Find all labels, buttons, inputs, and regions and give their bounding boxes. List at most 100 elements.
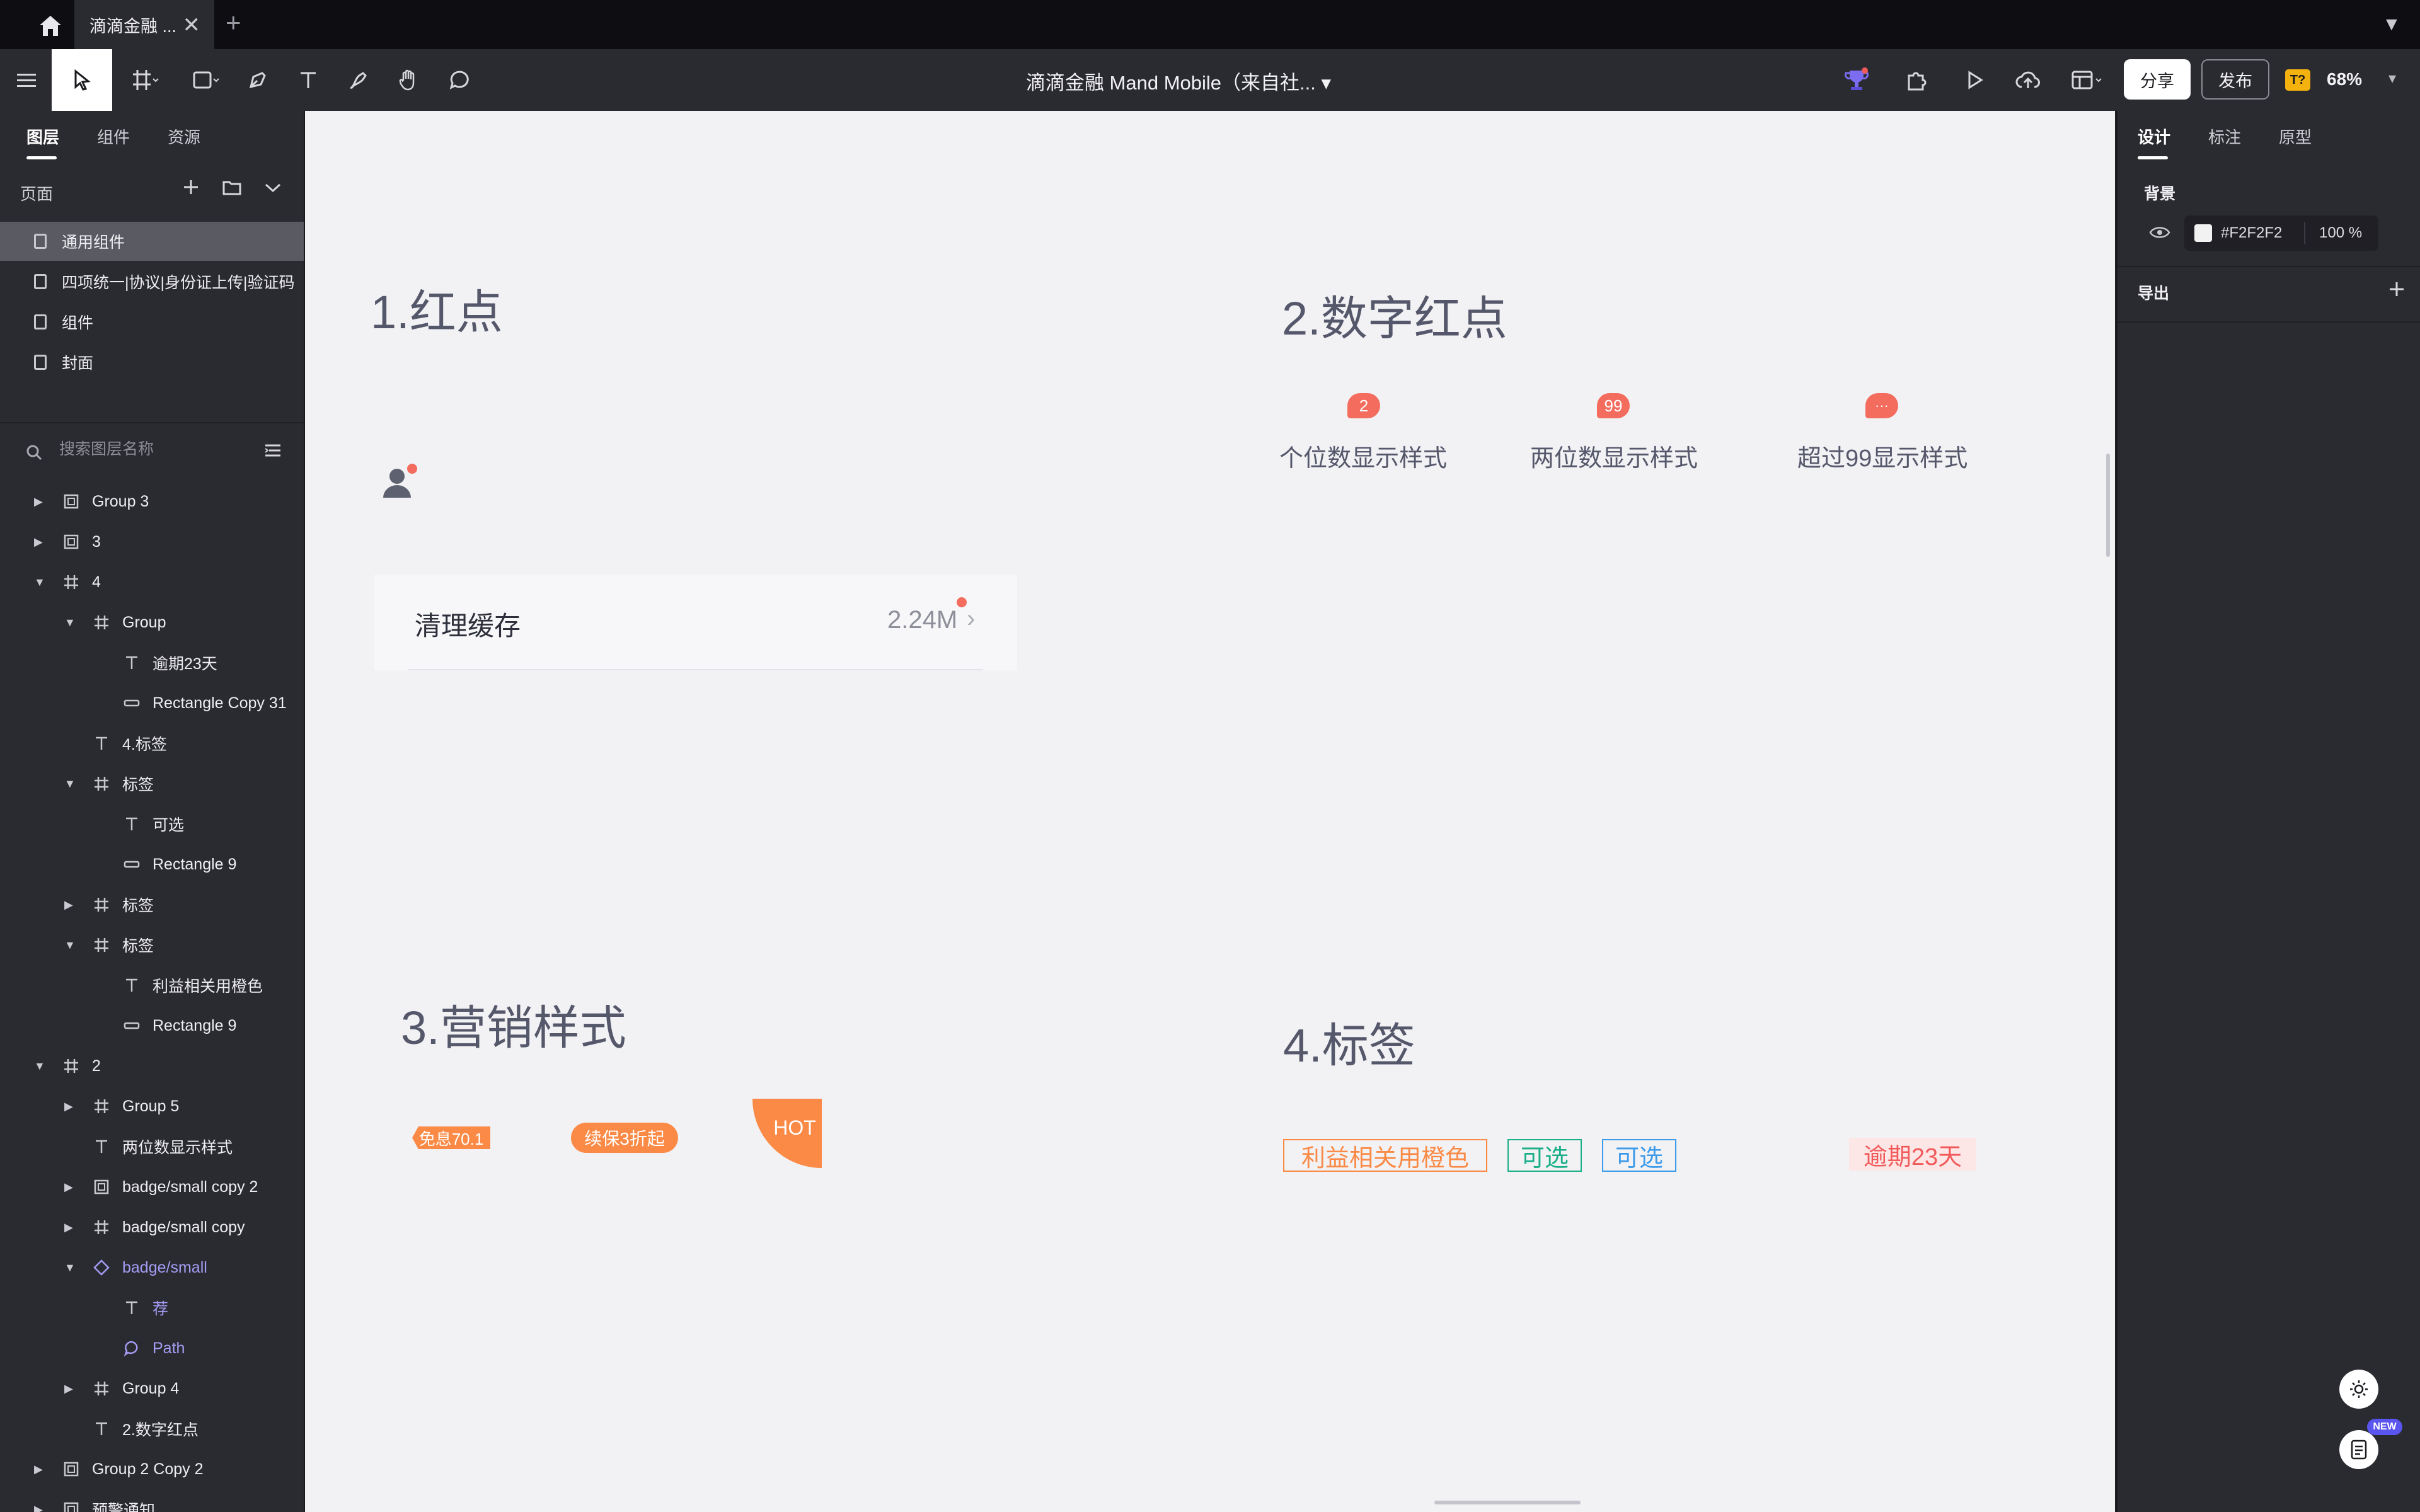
help-badge[interactable]: T? bbox=[2285, 69, 2310, 91]
expand-right-icon[interactable]: ▶ bbox=[34, 1463, 43, 1476]
page-item[interactable]: 封面 bbox=[0, 343, 304, 382]
expand-right-icon[interactable]: ▶ bbox=[34, 495, 43, 508]
layer-row[interactable]: ▼ badge/small bbox=[0, 1247, 304, 1288]
layer-row[interactable]: 两位数显示样式 bbox=[0, 1126, 304, 1167]
layer-row[interactable]: ▶ Group 2 Copy 2 bbox=[0, 1449, 304, 1489]
tab-layers[interactable]: 图层 bbox=[26, 125, 59, 148]
layer-row[interactable]: ▼ 标签 bbox=[0, 764, 304, 804]
expand-down-icon[interactable]: ▼ bbox=[64, 777, 76, 791]
main-menu-icon[interactable] bbox=[13, 60, 40, 100]
pen-tool-icon[interactable] bbox=[242, 60, 274, 100]
layer-row[interactable]: 4.标签 bbox=[0, 723, 304, 764]
layer-row[interactable]: ▼ Group bbox=[0, 602, 304, 643]
move-tool-icon[interactable] bbox=[52, 49, 112, 111]
layer-row[interactable]: 可选 bbox=[0, 804, 304, 844]
tab-design[interactable]: 设计 bbox=[2138, 125, 2170, 148]
collapse-pages-chevron-icon[interactable] bbox=[263, 181, 282, 197]
color-swatch[interactable] bbox=[2194, 224, 2212, 242]
fill-opacity-value[interactable]: 100 % bbox=[2319, 224, 2362, 242]
upload-cloud-icon[interactable] bbox=[2010, 60, 2046, 100]
search-layers-input[interactable] bbox=[58, 436, 250, 462]
tab-components[interactable]: 组件 bbox=[97, 125, 130, 148]
expand-down-icon[interactable]: ▼ bbox=[34, 1060, 45, 1073]
add-export-icon[interactable] bbox=[2387, 280, 2406, 302]
tab-prototype[interactable]: 原型 bbox=[2279, 125, 2312, 148]
expand-right-icon[interactable]: ▶ bbox=[64, 898, 73, 912]
expand-down-icon[interactable]: ▼ bbox=[64, 939, 76, 952]
layer-row[interactable]: ▼ 2 bbox=[0, 1046, 304, 1086]
add-folder-icon[interactable] bbox=[222, 179, 242, 200]
tab-assets[interactable]: 资源 bbox=[168, 125, 200, 148]
zoom-level[interactable]: 68% bbox=[2327, 69, 2362, 89]
tab-annotate[interactable]: 标注 bbox=[2208, 125, 2241, 148]
expand-right-icon[interactable]: ▶ bbox=[64, 1100, 73, 1113]
layer-name: 逾期23天 bbox=[153, 655, 217, 673]
rectangle-tool-icon[interactable] bbox=[184, 60, 228, 100]
eye-visibility-icon[interactable] bbox=[2149, 224, 2170, 244]
layer-row[interactable]: Path bbox=[0, 1328, 304, 1368]
layer-filter-icon[interactable] bbox=[263, 442, 282, 463]
home-icon[interactable] bbox=[32, 10, 69, 42]
layer-row[interactable]: 利益相关用橙色 bbox=[0, 965, 304, 1005]
expand-right-icon[interactable]: ▶ bbox=[64, 1221, 73, 1234]
design-canvas[interactable]: 1.红点 清理缓存 2.24M › 2.数字红点 2 个位数显示样式 99 两位… bbox=[305, 111, 2115, 1512]
plugin-icon[interactable] bbox=[1899, 60, 1935, 100]
pencil-tool-icon[interactable] bbox=[343, 60, 374, 100]
hand-tool-icon[interactable] bbox=[393, 60, 425, 100]
horizontal-scrollbar[interactable] bbox=[1434, 1501, 1581, 1504]
document-tab[interactable]: 滴滴金融 ... ✕ bbox=[74, 0, 214, 49]
expand-right-icon[interactable]: ▶ bbox=[64, 1382, 73, 1395]
expand-down-icon[interactable]: ▼ bbox=[64, 616, 76, 629]
trophy-icon[interactable] bbox=[1839, 60, 1874, 100]
component-icon bbox=[92, 1259, 111, 1280]
layer-row[interactable]: 2.数字红点 bbox=[0, 1409, 304, 1449]
comment-tool-icon[interactable] bbox=[444, 60, 475, 100]
toolbar: 滴滴金融 Mand Mobile（来自社... ▾ 分享 发布 T? 68% ▾ bbox=[0, 49, 2420, 112]
page-item[interactable]: 组件 bbox=[0, 302, 304, 341]
layer-row[interactable]: ▶ 3 bbox=[0, 522, 304, 562]
page-item[interactable]: 四项统一|协议|身份证上传|验证码 bbox=[0, 262, 304, 301]
share-button[interactable]: 分享 bbox=[2124, 59, 2191, 100]
publish-button[interactable]: 发布 bbox=[2201, 59, 2269, 100]
layer-row[interactable]: Rectangle 9 bbox=[0, 844, 304, 885]
layer-row[interactable]: 荐 bbox=[0, 1288, 304, 1328]
layer-row[interactable]: ▶ 预警通知 bbox=[0, 1489, 304, 1512]
layer-name: 3 bbox=[92, 532, 101, 551]
layer-row[interactable]: ▶ Group 3 bbox=[0, 481, 304, 522]
layer-row[interactable]: ▶ badge/small copy bbox=[0, 1207, 304, 1247]
expand-right-icon[interactable]: ▶ bbox=[34, 536, 43, 549]
layer-row[interactable]: ▶ badge/small copy 2 bbox=[0, 1167, 304, 1207]
layer-row[interactable]: 逾期23天 bbox=[0, 643, 304, 683]
divider bbox=[2304, 222, 2305, 244]
layer-row[interactable]: ▼ 4 bbox=[0, 562, 304, 602]
page-item[interactable]: 通用组件 bbox=[0, 222, 304, 261]
expand-right-icon[interactable]: ▶ bbox=[64, 1181, 73, 1194]
left-panel: 图层 组件 资源 页面 通用组件 四项统一|协议|身份证上传|验证码 组件 封面… bbox=[0, 111, 305, 1512]
layer-row[interactable]: ▶ 标签 bbox=[0, 885, 304, 925]
fill-hex-value[interactable]: #F2F2F2 bbox=[2221, 224, 2282, 242]
zoom-chevron-icon[interactable]: ▾ bbox=[2388, 69, 2396, 88]
document-title-dropdown[interactable]: 滴滴金融 Mand Mobile（来自社... ▾ bbox=[1008, 67, 1349, 95]
vertical-scrollbar[interactable] bbox=[2106, 454, 2110, 557]
close-tab-icon[interactable]: ✕ bbox=[183, 13, 201, 38]
layer-name: 标签 bbox=[122, 776, 154, 794]
layout-menu-icon[interactable] bbox=[2065, 60, 2109, 100]
play-prototype-icon[interactable] bbox=[1959, 60, 1990, 100]
add-page-icon[interactable] bbox=[182, 178, 200, 200]
layer-row[interactable]: ▼ 标签 bbox=[0, 925, 304, 965]
expand-down-icon[interactable]: ▼ bbox=[34, 576, 45, 589]
new-tab-icon[interactable]: + bbox=[226, 8, 241, 38]
layer-row[interactable]: Rectangle 9 bbox=[0, 1005, 304, 1046]
layer-row[interactable]: Rectangle Copy 31 bbox=[0, 683, 304, 723]
window-menu-chevron-icon[interactable]: ▼ bbox=[2382, 14, 2401, 35]
text-tool-icon[interactable] bbox=[292, 60, 324, 100]
background-fill-field[interactable]: #F2F2F2 100 % bbox=[2184, 215, 2378, 251]
expand-down-icon[interactable]: ▼ bbox=[64, 1261, 76, 1274]
layer-row[interactable]: ▶ Group 5 bbox=[0, 1086, 304, 1126]
list-item-clear-cache[interactable]: 清理缓存 2.24M › bbox=[374, 575, 1017, 670]
theme-toggle-sun-icon[interactable] bbox=[2339, 1370, 2378, 1409]
frame-tool-icon[interactable] bbox=[124, 60, 168, 100]
changelog-document-icon[interactable] bbox=[2339, 1430, 2378, 1469]
expand-right-icon[interactable]: ▶ bbox=[34, 1503, 43, 1512]
layer-row[interactable]: ▶ Group 4 bbox=[0, 1368, 304, 1409]
